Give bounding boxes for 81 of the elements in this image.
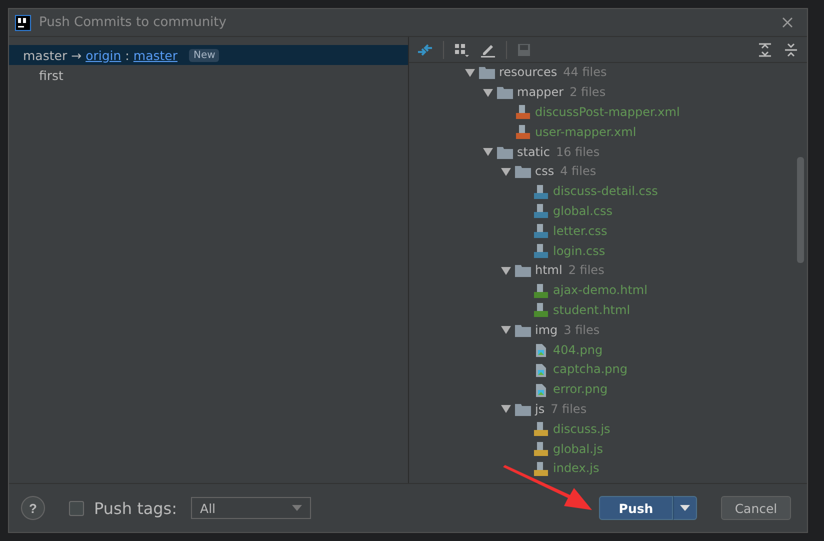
new-tag: New [189,48,220,62]
caret-icon [292,505,302,511]
folder-name: resources [499,65,558,80]
html-file-icon [533,302,549,318]
folder-icon [515,165,531,178]
local-branch: master [23,48,68,62]
push-tags-checkbox[interactable] [69,500,84,516]
file-name: discuss.js [553,422,610,437]
folder-name: js [535,402,545,417]
file-name: global.css [553,204,613,219]
file-name: ajax-demo.html [553,283,648,298]
caret-icon [680,505,690,511]
css-file-icon [533,243,549,260]
expanded-arrow-icon[interactable] [501,166,511,177]
arrow-symbol: → [71,48,82,62]
js-file-icon [533,441,549,458]
file-name: letter.css [553,224,608,239]
folder-name: mapper [517,85,564,100]
file-name: discuss-detail.css [553,184,658,200]
image-file-icon [533,382,549,398]
file-count: 4 files [560,164,596,180]
file-name: captcha.png [553,362,628,378]
expanded-arrow-icon[interactable] [465,68,475,78]
folder-icon [515,264,531,278]
separator: : [125,48,130,62]
xml-file-icon [515,124,531,140]
file-count: 2 files [568,263,604,278]
folder-name: static [517,144,550,160]
css-file-icon [533,203,549,220]
xml-file-icon [515,104,531,120]
file-name: 404.png [553,342,603,358]
file-name: index.js [553,461,600,476]
image-file-icon [533,342,549,358]
folder-icon [515,324,531,337]
folder-icon [497,86,513,100]
push-tags-label: Push tags: [94,498,178,518]
collapse-all-icon[interactable] [783,42,799,58]
commit-row[interactable]: first [9,65,408,85]
file-name: global.js [553,442,603,457]
folder-name: css [535,164,554,180]
push-button[interactable]: Push [599,496,673,520]
file-count: 3 files [564,322,600,338]
css-file-icon [533,184,549,200]
scrollbar[interactable] [797,157,804,263]
folder-icon [515,402,531,416]
folder-name: img [535,322,558,338]
branch-row[interactable]: master → origin : master New [9,45,408,65]
folder-icon [479,66,495,80]
js-file-icon [533,421,549,438]
target-branch-link[interactable]: master [133,48,178,62]
compare-arrows-icon[interactable] [417,42,433,58]
file-name: login.css [553,244,606,259]
remote-link[interactable]: origin [86,48,122,62]
close-icon[interactable] [782,17,793,28]
folder-icon [497,146,513,159]
file-name: student.html [553,302,630,318]
expanded-arrow-icon[interactable] [501,325,511,336]
file-name: discussPost-mapper.xml [535,104,680,120]
html-file-icon [533,282,549,299]
folder-name: html [535,263,562,278]
file-name: error.png [553,382,608,398]
file-count: 7 files [550,402,587,417]
image-file-icon [533,362,549,378]
css-file-icon [533,223,549,240]
tags-dropdown[interactable]: All [191,497,312,519]
dropdown-button[interactable] [673,496,697,520]
cancel-button[interactable]: Cancel [721,496,791,520]
file-count: 2 files [570,85,606,100]
group-by-icon[interactable] [454,42,470,58]
expand-all-icon[interactable] [757,42,773,58]
file-count: 16 files [556,144,600,160]
file-count: 44 files [563,65,607,80]
expanded-arrow-icon[interactable] [501,404,511,414]
expanded-arrow-icon[interactable] [483,88,493,98]
app-logo-icon [15,14,31,30]
expanded-arrow-icon[interactable] [483,147,493,158]
expanded-arrow-icon[interactable] [501,266,511,276]
file-name: user-mapper.xml [535,124,636,140]
window-title: Push Commits to community [39,15,226,30]
js-file-icon [533,460,549,477]
help-button[interactable]: ? [21,496,45,520]
